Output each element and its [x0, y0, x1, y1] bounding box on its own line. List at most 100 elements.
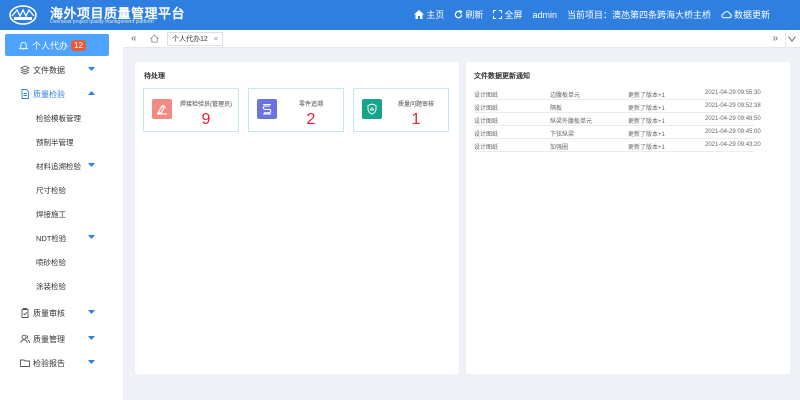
sidebar-item-label: 质量审核 [33, 308, 65, 318]
sidebar-item-label: 尺寸检验 [36, 185, 66, 195]
file-update-notice-panel: 文件数据更新通知 设计图纸 边腹板单元 更新了版本+1 2021-04-29 0… [466, 62, 790, 374]
pending-title: 待处理 [144, 73, 165, 80]
document-icon [21, 89, 29, 99]
chevron-down-icon [88, 310, 95, 314]
sidebar-item-label: 质量管理 [33, 334, 65, 344]
refresh-label: 刷新 [465, 10, 484, 20]
sidebar-item-coating-inspection[interactable]: 涂装检验 [0, 274, 123, 298]
notice-name: 隔板 [550, 106, 563, 112]
sidebar-item-label: NDT检验 [36, 233, 67, 243]
fullscreen-label: 全屏 [504, 10, 523, 20]
current-project[interactable]: 当前项目：澳氹第四条跨海大桥主桥 [567, 8, 711, 21]
sidebar-item-label: 预制半管理 [36, 137, 74, 147]
notice-time: 2021-04-29 09:43:20 [705, 142, 761, 148]
notice-row[interactable]: 设计图纸 下弦纵梁 更新了版本+1 2021-04-29 09:45:00 [474, 126, 761, 139]
sidebar-item-quality-audit[interactable]: 质量审核 [0, 301, 123, 325]
sidebar-item-sandblast-inspection[interactable]: 喷砂检验 [0, 250, 123, 274]
chevron-up-icon [88, 91, 95, 95]
home-icon [414, 10, 425, 19]
chevron-down-icon [88, 163, 95, 167]
sidebar-item-personal-todo[interactable]: 个人代办 12 [5, 34, 109, 56]
home-link[interactable]: 主页 [414, 8, 444, 21]
chevron-down-icon [88, 67, 95, 71]
tab-label: 个人代办12 [172, 36, 208, 43]
data-update-label: 数据更新 [733, 10, 770, 20]
home-icon[interactable] [150, 34, 159, 43]
current-project-label: 当前项目：澳氹第四条跨海大桥主桥 [566, 10, 711, 20]
todo-card-count: 1 [411, 111, 421, 128]
sidebar: 个人代办 12 文件数据 质量检验 检验模板管理 预制半管理 材料追溯检验 尺寸… [0, 30, 123, 400]
user-menu[interactable]: admin [532, 10, 557, 20]
tabs-bar: « 个人代办12 × » [123, 30, 800, 48]
home-label: 主页 [426, 10, 445, 20]
sidebar-item-label: 文件数据 [33, 65, 65, 75]
todo-card-welding-inspector[interactable]: 焊接检验员(管理员) 9 [143, 88, 239, 132]
tabs-scroll-left-icon[interactable]: « [131, 33, 137, 44]
notice-row[interactable]: 设计图纸 边腹板单元 更新了版本+1 2021-04-29 09:55:30 [474, 87, 761, 100]
fullscreen-button[interactable]: 全屏 [493, 8, 522, 21]
sidebar-item-inspection-report[interactable]: 检验报告 [0, 351, 123, 375]
data-update-button[interactable]: 数据更新 [721, 8, 770, 21]
shield-check-icon [362, 99, 382, 119]
notice-action: 更新了版本+1 [628, 93, 665, 99]
notice-type: 设计图纸 [474, 145, 499, 151]
chevron-down-icon [88, 360, 95, 364]
todo-card-label: 零件追溯 [298, 102, 323, 108]
notice-title: 文件数据更新通知 [474, 73, 530, 80]
sidebar-item-label: 检验模板管理 [36, 113, 81, 123]
sidebar-item-dimension-inspection[interactable]: 尺寸检验 [0, 178, 123, 202]
notice-time: 2021-04-29 09:52:38 [705, 103, 761, 109]
notice-row[interactable]: 设计图纸 隔板 更新了版本+1 2021-04-29 09:52:38 [474, 100, 761, 113]
sidebar-item-prefab-management[interactable]: 预制半管理 [0, 130, 123, 154]
users-icon [20, 334, 30, 344]
close-icon[interactable]: × [214, 36, 218, 43]
pending-panel: 待处理 焊接检验员(管理员) 9 零件追溯 2 质量问题审核 1 [135, 62, 459, 374]
refresh-button[interactable]: 刷新 [454, 8, 483, 21]
todo-card-label: 质量问题审核 [397, 102, 434, 108]
notice-row[interactable]: 设计图纸 纵梁外腹板单元 更新了版本+1 2021-04-29 09:48:50 [474, 113, 761, 126]
sidebar-item-ndt-inspection[interactable]: NDT检验 [0, 226, 123, 250]
notice-row[interactable]: 设计图纸 加强圈 更新了版本+1 2021-04-29 09:43:20 [474, 139, 761, 152]
sidebar-item-label: 喷砂检验 [36, 257, 66, 267]
sidebar-item-file-data[interactable]: 文件数据 [0, 58, 123, 82]
part-trace-icon [257, 99, 277, 119]
notice-type: 设计图纸 [474, 93, 499, 99]
sidebar-item-welding[interactable]: 焊接施工 [0, 202, 123, 226]
chevron-down-icon [88, 336, 95, 340]
sidebar-item-label: 材料追溯检验 [36, 161, 81, 171]
notice-time: 2021-04-29 09:48:50 [705, 116, 761, 122]
app-header: 海外项目质量管理平台 Overseas project quality mana… [0, 0, 800, 30]
page-footer [123, 380, 800, 400]
todo-card-quality-issue-review[interactable]: 质量问题审核 1 [353, 88, 449, 132]
todo-count-badge: 12 [71, 39, 86, 51]
sidebar-item-label: 质量检验 [33, 89, 65, 99]
welder-icon [152, 99, 172, 119]
notice-action: 更新了版本+1 [628, 119, 665, 125]
notice-action: 更新了版本+1 [628, 145, 665, 151]
logo-icon [9, 5, 37, 25]
username: admin [532, 9, 557, 20]
tabs-scroll-right-icon[interactable]: » [772, 33, 778, 44]
tab-personal-todo[interactable]: 个人代办12 × [167, 32, 223, 46]
fullscreen-icon [493, 10, 503, 19]
sidebar-item-label: 焊接施工 [36, 209, 66, 219]
notice-type: 设计图纸 [474, 119, 499, 125]
clipboard-icon [21, 308, 29, 318]
sidebar-item-quality-management[interactable]: 质量管理 [0, 327, 123, 351]
notice-name: 下弦纵梁 [550, 132, 575, 138]
notice-type: 设计图纸 [474, 106, 499, 112]
cloud-sync-icon [721, 11, 732, 19]
refresh-icon [455, 10, 464, 19]
todo-card-label: 焊接检验员(管理员) [180, 102, 232, 108]
todo-card-count: 2 [306, 111, 316, 128]
sidebar-item-material-trace[interactable]: 材料追溯检验 [0, 154, 123, 178]
chevron-down-icon[interactable] [788, 36, 796, 42]
chevron-down-icon [88, 235, 95, 239]
folder-icon [20, 359, 30, 367]
todo-card-part-trace[interactable]: 零件追溯 2 [248, 88, 344, 132]
sidebar-item-quality-inspection[interactable]: 质量检验 [0, 82, 123, 106]
layers-icon [20, 65, 30, 75]
sidebar-item-inspection-template[interactable]: 检验模板管理 [0, 106, 123, 130]
sidebar-item-label: 个人代办 [32, 40, 69, 51]
todo-card-count: 9 [201, 111, 211, 128]
